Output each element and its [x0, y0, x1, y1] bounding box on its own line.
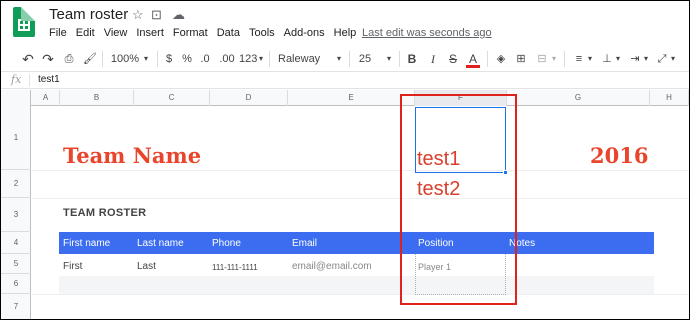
- formula-input[interactable]: test1: [38, 74, 60, 85]
- row-header-4[interactable]: 4: [1, 232, 31, 254]
- header-first-name[interactable]: First name: [63, 238, 110, 249]
- formula-bar: fx test1: [1, 71, 689, 89]
- row-gridline: [32, 198, 689, 199]
- column-header-c[interactable]: C: [134, 90, 210, 106]
- bold-button[interactable]: B: [406, 51, 418, 67]
- move-folder-icon[interactable]: ⊡: [151, 7, 162, 23]
- vertical-align-icon[interactable]: ⊥: [600, 51, 614, 67]
- row-header-1[interactable]: 1: [1, 106, 31, 170]
- app-window: Team roster ☆ ⊡ ☁ File Edit View Insert …: [1, 1, 689, 319]
- row-header-7[interactable]: 7: [1, 294, 31, 319]
- document-title[interactable]: Team roster: [49, 6, 128, 23]
- menu-help[interactable]: Help: [334, 27, 357, 43]
- font-size-dropdown-icon[interactable]: ▾: [385, 51, 393, 67]
- row-header-6[interactable]: 6: [1, 274, 31, 294]
- menu-insert[interactable]: Insert: [136, 27, 164, 43]
- zoom-dropdown-icon[interactable]: ▾: [141, 51, 151, 67]
- menu-view[interactable]: View: [104, 27, 128, 43]
- column-header-a[interactable]: A: [32, 90, 60, 106]
- star-icon[interactable]: ☆: [132, 7, 144, 23]
- column-header-row: A B C D E F G H: [1, 90, 689, 106]
- menu-edit[interactable]: Edit: [76, 27, 95, 43]
- fill-color-icon[interactable]: ◈: [494, 51, 508, 67]
- toolbar-divider: [399, 51, 400, 67]
- column-header-h[interactable]: H: [650, 90, 689, 106]
- column-header-b[interactable]: B: [60, 90, 134, 106]
- toolbar-divider: [269, 51, 270, 67]
- toolbar-divider: [102, 51, 103, 67]
- text-wrapping-icon[interactable]: ⇥: [628, 51, 642, 67]
- row-header-2[interactable]: 2: [1, 170, 31, 198]
- toolbar-divider: [349, 51, 350, 67]
- row-header-3[interactable]: 3: [1, 198, 31, 232]
- menu-bar: File Edit View Insert Format Data Tools …: [49, 27, 365, 43]
- borders-icon[interactable]: ⊞: [514, 51, 528, 67]
- column-header-g[interactable]: G: [507, 90, 650, 106]
- row-6-band: [59, 276, 654, 294]
- wrap-dropdown-icon[interactable]: ▾: [642, 51, 650, 67]
- header-phone[interactable]: Phone: [212, 238, 241, 249]
- redo-icon[interactable]: ↷: [41, 51, 55, 67]
- menu-data[interactable]: Data: [217, 27, 240, 43]
- strikethrough-button[interactable]: S: [447, 51, 459, 67]
- paint-format-icon[interactable]: 🖌: [83, 51, 97, 67]
- font-dropdown-icon[interactable]: ▾: [335, 51, 343, 67]
- currency-format-button[interactable]: $: [163, 51, 175, 67]
- last-edit-link[interactable]: Last edit was seconds ago: [362, 27, 492, 39]
- toolbar-divider: [157, 51, 158, 67]
- rotation-dropdown-icon[interactable]: ▾: [669, 51, 677, 67]
- row-gridline: [32, 294, 689, 295]
- team-name-cell[interactable]: Team Name: [63, 143, 201, 168]
- row-header-column: 1 2 3 4 5 6 7: [1, 106, 31, 319]
- font-size-select[interactable]: 25: [357, 51, 373, 67]
- undo-icon[interactable]: ↶: [21, 51, 35, 67]
- print-icon[interactable]: ⎙: [62, 51, 76, 67]
- fx-icon: fx: [11, 73, 22, 86]
- formula-divider: [29, 74, 30, 87]
- cell-last-name[interactable]: Last: [137, 261, 156, 272]
- more-formats-dropdown-icon[interactable]: ▾: [257, 51, 265, 67]
- halign-dropdown-icon[interactable]: ▾: [586, 51, 594, 67]
- year-cell[interactable]: 2016: [590, 143, 648, 168]
- percent-format-button[interactable]: %: [181, 51, 193, 67]
- cell-area[interactable]: Team Name 2016 TEAM ROSTER First name La…: [32, 107, 689, 319]
- italic-button[interactable]: I: [427, 51, 439, 67]
- sheet-grid[interactable]: A B C D E F G H 1 2 3 4 5 6 7 Team Name …: [1, 90, 689, 319]
- text-color-button[interactable]: A: [466, 51, 480, 68]
- column-header-e[interactable]: E: [288, 90, 415, 106]
- toolbar: ↶ ↷ ⎙ 🖌 100% ▾ $ % .0 .00 123 ▾ Raleway …: [1, 47, 689, 71]
- cell-phone[interactable]: 111-111-1111: [212, 263, 258, 272]
- valign-dropdown-icon[interactable]: ▾: [614, 51, 622, 67]
- toolbar-divider: [564, 51, 565, 67]
- toolbar-divider: [487, 51, 488, 67]
- header-email[interactable]: Email: [292, 238, 317, 249]
- decrease-decimal-button[interactable]: .0: [198, 51, 212, 67]
- column-header-d[interactable]: D: [210, 90, 288, 106]
- more-formats-button[interactable]: 123: [239, 51, 257, 67]
- cloud-status-icon[interactable]: ☁: [172, 7, 185, 23]
- select-all-corner[interactable]: [1, 90, 31, 106]
- zoom-select[interactable]: 100%: [109, 51, 141, 67]
- menu-file[interactable]: File: [49, 27, 67, 43]
- merge-cells-icon[interactable]: ⊟: [535, 51, 549, 67]
- text-rotation-icon[interactable]: ⤢: [655, 51, 669, 67]
- menu-format[interactable]: Format: [173, 27, 208, 43]
- horizontal-align-icon[interactable]: ≡: [572, 51, 586, 67]
- header-last-name[interactable]: Last name: [137, 238, 184, 249]
- font-select[interactable]: Raleway: [278, 51, 324, 67]
- cell-first-name[interactable]: First: [63, 261, 82, 272]
- merge-dropdown-icon[interactable]: ▾: [550, 51, 558, 67]
- cell-email[interactable]: email@email.com: [292, 261, 372, 272]
- menu-add-ons[interactable]: Add-ons: [284, 27, 325, 43]
- menu-tools[interactable]: Tools: [249, 27, 275, 43]
- team-roster-heading[interactable]: TEAM ROSTER: [63, 207, 146, 219]
- row-gridline: [32, 170, 689, 171]
- sheets-logo[interactable]: [13, 7, 35, 37]
- row-header-5[interactable]: 5: [1, 254, 31, 274]
- highlight-outline: [400, 94, 517, 305]
- increase-decimal-button[interactable]: .00: [217, 51, 237, 67]
